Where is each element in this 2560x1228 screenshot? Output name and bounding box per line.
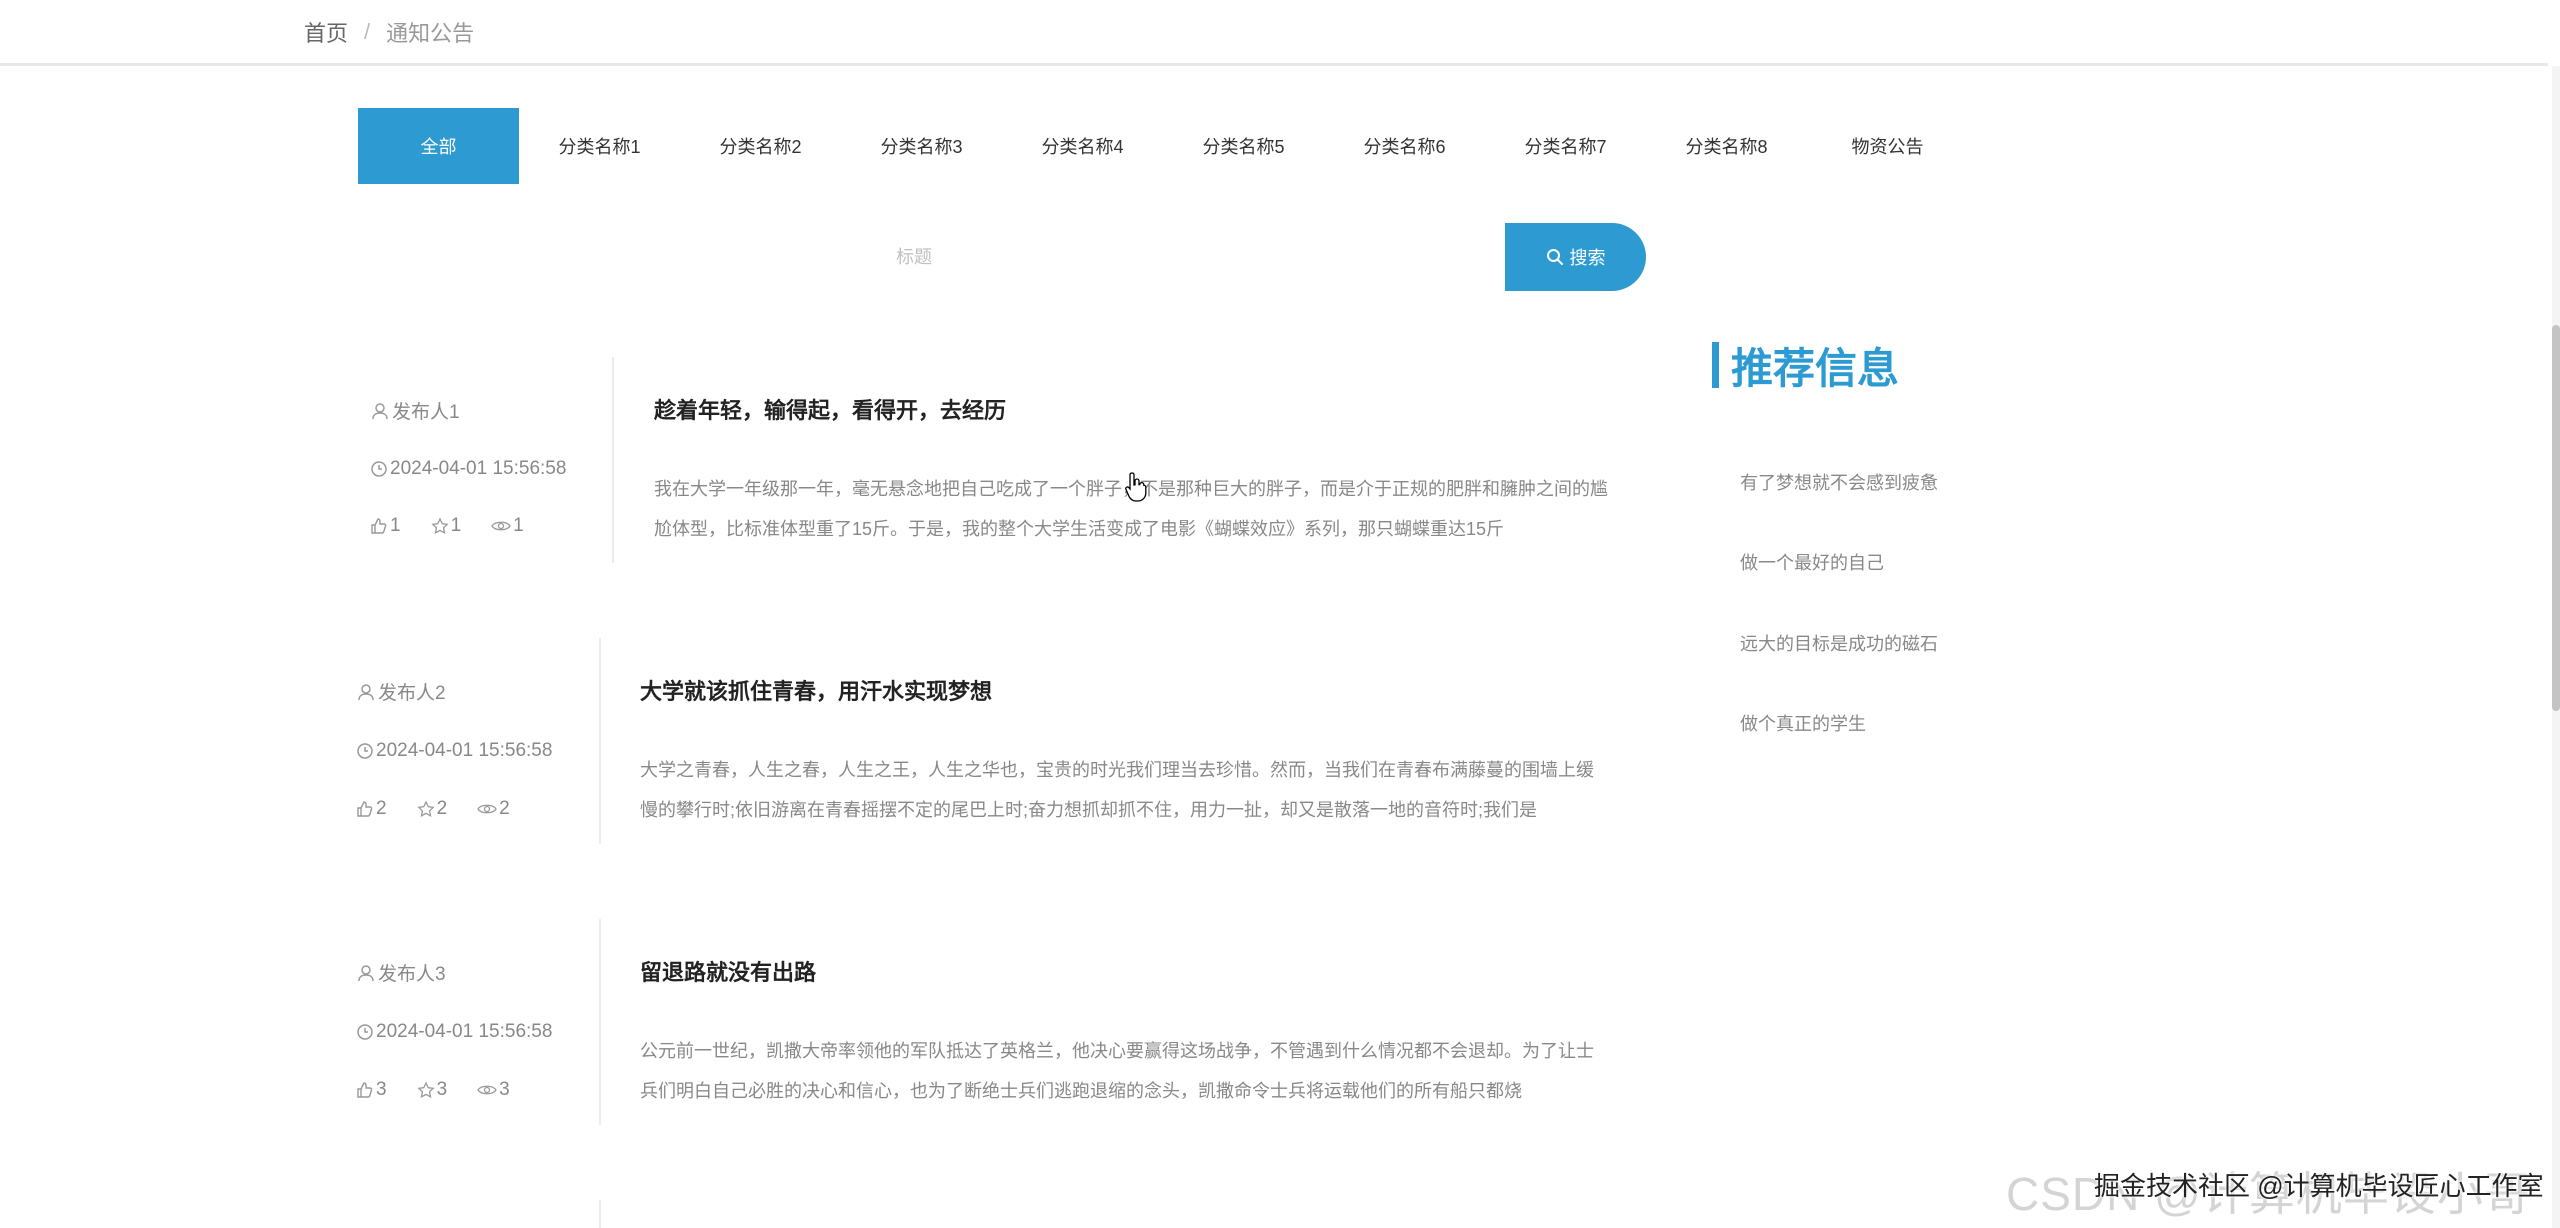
like-count[interactable]: 2 [356,798,387,820]
favorite-count-value: 1 [450,515,462,536]
recommend-item[interactable]: 远大的目标是成功的磁石 [1740,630,1938,656]
article-item[interactable]: 发布人2 2024-04-01 15:56:58 2 2 2 大学就该抓住青春，… [356,638,1616,844]
like-count-value: 3 [376,1079,387,1100]
recommend-item[interactable]: 做个真正的学生 [1740,710,1866,736]
favorite-count[interactable]: 2 [416,798,448,820]
view-count: 3 [477,1079,510,1101]
header-divider [0,63,2548,66]
favorite-count-value: 3 [436,1079,448,1100]
meta-divider [599,638,601,844]
article-author: 发布人3 [378,964,446,985]
eye-icon [491,518,511,534]
breadcrumb-separator: / [364,19,371,44]
user-icon [356,963,376,983]
like-count[interactable]: 3 [356,1079,387,1101]
breadcrumb-current: 通知公告 [386,21,475,46]
article-meta: 发布人2 2024-04-01 15:56:58 2 2 2 [356,638,596,844]
thumbs-up-icon [356,800,374,818]
article-title[interactable]: 大学就该抓住青春，用汗水实现梦想 [640,674,992,706]
search-input[interactable] [896,223,1862,291]
credit-overlay: 掘金技术社区 @计算机毕设匠心工作室 [2094,1171,2544,1201]
favorite-count-value: 2 [436,798,448,819]
eye-icon [477,801,497,817]
favorite-count[interactable]: 1 [430,515,462,537]
star-icon [416,800,435,818]
scrollbar-thumb[interactable] [2552,325,2560,711]
article-time: 2024-04-01 15:56:58 [376,1021,553,1042]
meta-divider [612,357,614,563]
thumbs-up-icon [356,1081,374,1099]
article-summary: 大学之青春，人生之春，人生之王，人生之华也，宝贵的时光我们理当去珍惜。然而，当我… [640,760,1594,820]
article-stats: 2 2 2 [356,798,510,820]
article-stats: 3 3 3 [356,1079,510,1101]
article-title[interactable]: 趁着年轻，输得起，看得开，去经历 [654,393,1006,425]
tab-all[interactable]: 全部 [358,108,519,184]
search-button-label: 搜索 [1569,248,1606,268]
like-count-value: 2 [376,798,387,819]
clock-icon [356,1023,374,1041]
view-count-value: 3 [499,1079,510,1100]
author-row: 发布人2 [356,678,446,705]
like-count[interactable]: 1 [370,515,401,537]
time-row: 2024-04-01 15:56:58 [356,740,552,762]
tab-supplies-notice[interactable]: 物资公告 [1807,108,1968,184]
time-row: 2024-04-01 15:56:58 [356,1021,552,1043]
hand-pointer-icon [1124,471,1150,508]
tab-category-7[interactable]: 分类名称7 [1485,108,1646,184]
author-row: 发布人1 [370,397,460,424]
view-count: 2 [477,798,510,820]
user-icon [356,682,376,702]
breadcrumb: 首页 / 通知公告 [304,14,474,50]
time-row: 2024-04-01 15:56:58 [370,458,566,480]
clock-icon [356,742,374,760]
tab-category-1[interactable]: 分类名称1 [519,108,680,184]
recommend-title-text: 推荐信息 [1731,344,1900,392]
article-time: 2024-04-01 15:56:58 [376,740,553,761]
like-count-value: 1 [390,515,401,536]
author-row: 发布人3 [356,959,446,986]
recommend-item[interactable]: 有了梦想就不会感到疲惫 [1740,469,1938,495]
article-time: 2024-04-01 15:56:58 [390,458,567,479]
breadcrumb-home[interactable]: 首页 [304,16,348,48]
title-accent-bar [1712,342,1719,388]
recommend-title: 推荐信息 [1712,340,1899,392]
tab-category-8[interactable]: 分类名称8 [1646,108,1807,184]
article-author: 发布人1 [392,402,460,423]
meta-divider [599,1200,601,1228]
article-item[interactable]: 发布人3 2024-04-01 15:56:58 3 3 3 留退路就没有出路 … [356,919,1616,1125]
tab-category-5[interactable]: 分类名称5 [1163,108,1324,184]
view-count-value: 2 [499,798,510,819]
user-icon [370,401,390,421]
view-count: 1 [491,515,524,537]
article-author: 发布人2 [378,683,446,704]
meta-divider [599,919,601,1125]
article-meta: 发布人1 2024-04-01 15:56:58 1 1 1 [370,357,610,563]
article-item[interactable]: 发布人1 2024-04-01 15:56:58 1 1 1 趁着年轻，输得起，… [370,357,1630,563]
eye-icon [477,1082,497,1098]
thumbs-up-icon [370,517,388,535]
search-button[interactable]: 搜索 [1505,223,1646,291]
article-title[interactable]: 留退路就没有出路 [640,955,816,987]
view-count-value: 1 [513,515,524,536]
tab-category-3[interactable]: 分类名称3 [841,108,1002,184]
search-bar: 搜索 [358,223,1862,291]
star-icon [416,1081,435,1099]
tab-category-6[interactable]: 分类名称6 [1324,108,1485,184]
tab-category-4[interactable]: 分类名称4 [1002,108,1163,184]
clock-icon [370,460,388,478]
tab-category-2[interactable]: 分类名称2 [680,108,841,184]
article-stats: 1 1 1 [370,515,524,537]
article-meta: 发布人3 2024-04-01 15:56:58 3 3 3 [356,919,596,1125]
recommend-item[interactable]: 做一个最好的自己 [1740,549,1884,575]
article-summary: 公元前一世纪，凯撒大帝率领他的军队抵达了英格兰，他决心要赢得这场战争，不管遇到什… [640,1041,1594,1101]
category-tabs: 全部 分类名称1 分类名称2 分类名称3 分类名称4 分类名称5 分类名称6 分… [358,108,1968,184]
star-icon [430,517,449,535]
search-icon [1546,248,1564,266]
favorite-count[interactable]: 3 [416,1079,448,1101]
